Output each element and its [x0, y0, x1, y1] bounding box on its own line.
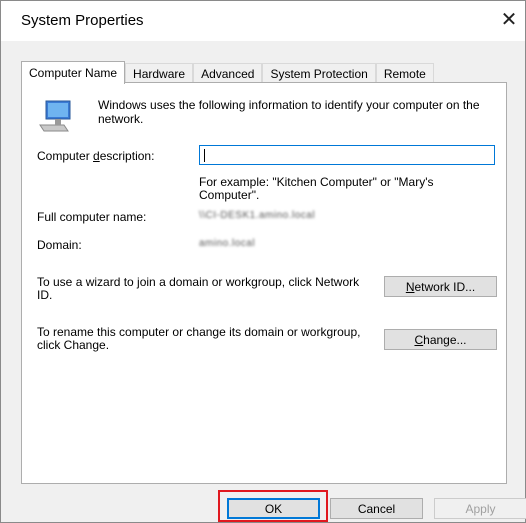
tab-computer-name[interactable]: Computer Name [21, 61, 126, 84]
domain-label: Domain: [37, 238, 82, 252]
full-computer-name-value: \\CI-DESK1.amino.local [199, 210, 316, 221]
change-button[interactable]: Change... [384, 329, 497, 350]
rename-text: To rename this computer or change its do… [37, 325, 361, 352]
tab-hardware[interactable]: Hardware [125, 63, 194, 84]
description-example: For example: "Kitchen Computer" or "Mary… [199, 175, 434, 202]
full-name-label: Full computer name: [37, 210, 147, 224]
network-id-text: To use a wizard to join a domain or work… [37, 275, 360, 302]
ok-highlight-box [218, 490, 328, 522]
computer-description-input[interactable] [199, 145, 495, 165]
tab-advanced[interactable]: Advanced [193, 63, 263, 84]
close-icon[interactable]: ✕ [497, 7, 521, 31]
intro-text: Windows uses the following information t… [98, 98, 480, 126]
domain-value: amino.local [199, 238, 256, 249]
title-bar: System Properties ✕ [1, 1, 525, 41]
network-id-button[interactable]: Network ID... [384, 276, 497, 297]
apply-button[interactable]: Apply [434, 498, 526, 519]
computer-name-panel: Windows uses the following information t… [21, 82, 507, 484]
cancel-button[interactable]: Cancel [330, 498, 423, 519]
description-label: Computer description: [37, 149, 155, 163]
tab-remote[interactable]: Remote [375, 63, 434, 84]
window-title: System Properties [21, 12, 144, 29]
text-caret [204, 149, 205, 162]
computer-icon [39, 100, 71, 132]
system-properties-window: System Properties ✕ Computer Name Hardwa… [0, 0, 526, 523]
tab-system-protection[interactable]: System Protection [262, 63, 376, 84]
tab-strip: Computer Name Hardware Advanced System P… [21, 61, 434, 84]
